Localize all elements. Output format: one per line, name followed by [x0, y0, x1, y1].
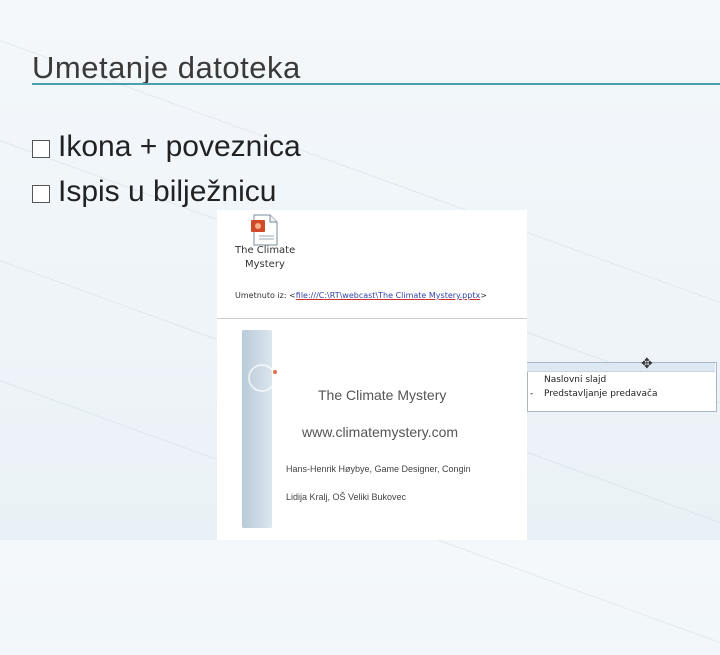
- title-underline: [32, 83, 720, 85]
- move-icon[interactable]: ✥: [641, 356, 653, 370]
- document-icon-label: Mystery: [245, 259, 285, 270]
- bullet-item: Ispis u bilježnicu: [32, 175, 276, 209]
- outline-item[interactable]: Predstavljanje predavača: [544, 389, 657, 399]
- panel-drag-handle[interactable]: [527, 363, 715, 372]
- insert-suffix: >: [480, 291, 487, 300]
- checkbox-bullet-icon: [32, 140, 50, 158]
- outline-item-prefix: -: [530, 389, 534, 399]
- divider: [217, 318, 527, 319]
- document-icon-label: The Climate: [235, 245, 296, 256]
- checkbox-bullet-icon: [32, 185, 50, 203]
- insert-source-line: Umetnuto iz: <file:///C:\RT\webcast\The …: [235, 291, 487, 300]
- slide-title: Umetanje datoteka: [32, 50, 301, 85]
- thumbnail-url: www.climatemystery.com: [302, 424, 459, 440]
- insert-source-link[interactable]: file:///C:\RT\webcast\The Climate Myster…: [296, 291, 480, 300]
- outline-item[interactable]: Naslovni slajd: [544, 375, 606, 385]
- insert-prefix: Umetnuto iz: <: [235, 291, 296, 300]
- document-icon[interactable]: [250, 214, 280, 246]
- thumbnail-author: Lidija Kralj, OŠ Veliki Bukovec: [286, 492, 407, 502]
- bullet-text: Ispis u bilježnicu: [58, 175, 277, 208]
- bullet-text: Ikona + poveznica: [58, 130, 301, 163]
- thumbnail-credit: Hans-Henrik Høybye, Game Designer, Congi…: [286, 464, 471, 474]
- thumbnail-title: The Climate Mystery: [318, 387, 447, 403]
- swirl-decoration: [248, 364, 277, 392]
- bullet-item: Ikona + poveznica: [32, 130, 301, 164]
